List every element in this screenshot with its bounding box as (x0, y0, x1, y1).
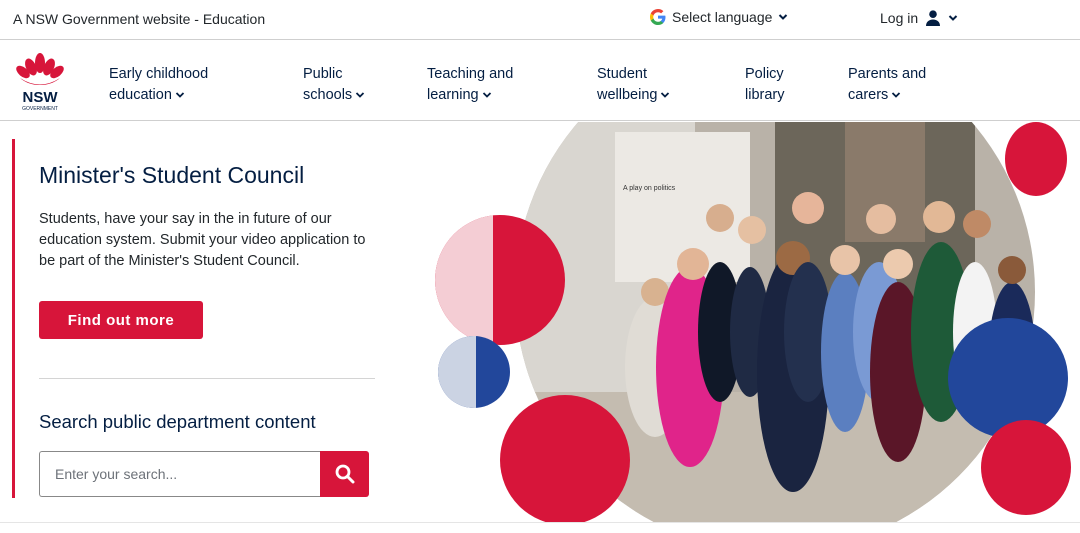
feature-description: Students, have your say in the in future… (39, 211, 366, 269)
chevron-down-icon (779, 14, 788, 20)
section-divider (39, 378, 375, 379)
feature-title: Minister's Student Council (39, 162, 305, 188)
decor-circle-red-top (1005, 122, 1067, 196)
chevron-down-icon (661, 92, 670, 98)
logo-subtext: GOVERNMENT (22, 106, 58, 112)
google-g-icon (650, 9, 666, 25)
nav-parents-carers[interactable]: Parents and carers (848, 64, 926, 106)
magnifier-icon (335, 464, 354, 484)
chevron-down-icon (948, 15, 958, 21)
decor-circle-red-bottom-right (981, 420, 1071, 515)
decor-circle-blue-right (948, 318, 1068, 438)
decor-circle-red-bottom (500, 395, 630, 522)
page-bottom-edge (0, 522, 1080, 533)
language-selector[interactable]: Select language (650, 9, 788, 25)
logo-wordmark: NSW (23, 89, 59, 106)
chevron-down-icon (356, 92, 365, 98)
search-title: Search public department content (39, 411, 316, 432)
search-input[interactable] (39, 451, 321, 497)
banner-text: A play on politics (623, 185, 676, 192)
find-out-more-button[interactable]: Find out more (39, 301, 203, 339)
nav-public-schools[interactable]: Public schools (303, 64, 365, 106)
nsw-government-logo[interactable]: NSW GOVERNMENT (12, 51, 68, 113)
user-icon (926, 10, 941, 26)
utility-bar: A NSW Government website - Education Sel… (0, 0, 1080, 40)
nav-teaching-learning[interactable]: Teaching and learning (427, 64, 513, 106)
nav-student-wellbeing[interactable]: Student wellbeing (597, 64, 670, 106)
language-label: Select language (672, 9, 773, 25)
hero-image: A play on politics (430, 122, 1080, 522)
search-button[interactable] (320, 451, 369, 497)
chevron-down-icon (175, 92, 185, 98)
login-button[interactable]: Log in (880, 10, 958, 26)
feature-accent-bar (12, 139, 15, 498)
login-label: Log in (880, 10, 919, 26)
government-site-label: A NSW Government website - Education (13, 11, 266, 27)
nav-policy-library[interactable]: Policy library (745, 64, 784, 106)
chevron-down-icon (892, 92, 901, 98)
main-header: NSW GOVERNMENT Early childhood education… (0, 41, 1080, 121)
nav-early-childhood[interactable]: Early childhood education (109, 64, 208, 106)
chevron-down-icon (482, 92, 491, 98)
